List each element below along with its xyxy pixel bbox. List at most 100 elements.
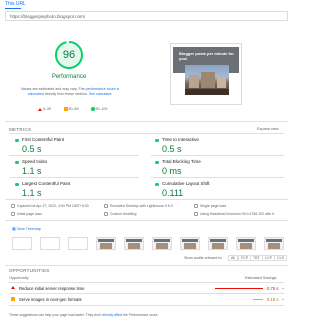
tab-bar: This URL bbox=[0, 0, 293, 9]
pass-circle-icon bbox=[15, 182, 19, 186]
page-screenshot: Blogger posts per minute for you! bbox=[170, 43, 242, 105]
filmstrip-frame bbox=[40, 237, 60, 250]
note-text: Values are estimated and may vary. The bbox=[20, 87, 86, 91]
metric-fcp-name: First Contentful Paint bbox=[22, 137, 65, 142]
url-box: https://bloggerpiephoto.blogspot.com/ bbox=[5, 11, 288, 21]
opportunities-heading: OPPORTUNITIES bbox=[9, 268, 50, 273]
metric-tbt-value: 0 ms bbox=[162, 166, 182, 176]
savings-bar bbox=[253, 299, 263, 301]
audits-filter-label: Show audits relevant to: bbox=[184, 256, 223, 260]
treemap-label: View Treemap bbox=[16, 227, 41, 231]
filmstrip-frame bbox=[96, 237, 116, 250]
desktop-icon bbox=[104, 204, 108, 208]
metric-si-name: Speed Index bbox=[22, 159, 48, 164]
metric-tti-name: Time to Interactive bbox=[162, 137, 199, 142]
chevron-down-icon[interactable]: ⌄ bbox=[281, 285, 285, 291]
divider bbox=[9, 133, 284, 134]
savings-column-header: Estimated Savings bbox=[245, 276, 277, 280]
metric-fcp-value: 0.5 s bbox=[22, 144, 42, 154]
legend-average: 50–89 bbox=[64, 107, 79, 111]
average-square-icon bbox=[11, 297, 15, 301]
legend-fail-label: 0–49 bbox=[43, 107, 51, 111]
chrome-icon bbox=[194, 212, 198, 216]
score-legend: 0–49 50–89 90–100 bbox=[24, 107, 120, 113]
performance-label: Performance bbox=[51, 74, 87, 80]
chevron-down-icon[interactable]: ⌄ bbox=[281, 296, 285, 302]
emulated-desktop: Emulated Desktop with Lighthouse 9.5.0 bbox=[110, 204, 173, 208]
preview-building bbox=[189, 75, 199, 88]
preview-building bbox=[217, 77, 226, 88]
footnote-text-2: the Performance score. bbox=[122, 313, 159, 317]
expand-view-button[interactable]: Expand view bbox=[257, 127, 279, 131]
fail-triangle-icon bbox=[11, 286, 15, 289]
legend-average-label: 50–89 bbox=[68, 107, 79, 111]
opportunities-footnote: These suggestions can help your page loa… bbox=[9, 313, 158, 317]
performance-score: 96 bbox=[62, 49, 76, 61]
pass-circle-icon bbox=[155, 182, 159, 186]
divider bbox=[151, 155, 284, 156]
custom-throttling: Custom throttling bbox=[110, 212, 137, 216]
opportunity-savings: 0.15 s bbox=[267, 296, 279, 302]
filmstrip-frame bbox=[236, 237, 256, 250]
opportunity-title: Serve images in next-gen formats bbox=[19, 296, 82, 302]
legend-pass-label: 90–100 bbox=[95, 107, 108, 111]
opportunity-row[interactable]: Serve images in next-gen formats 0.15 s … bbox=[5, 295, 288, 304]
filter-all[interactable]: All bbox=[228, 255, 238, 261]
pass-circle-icon bbox=[15, 160, 19, 164]
pass-circle-icon bbox=[91, 107, 95, 111]
see-calculator-link[interactable]: See calculator. bbox=[89, 92, 113, 96]
divider bbox=[151, 177, 284, 178]
filmstrip-frame bbox=[180, 237, 200, 250]
filmstrip-frame bbox=[152, 237, 172, 250]
directly-affect-link[interactable]: directly affect bbox=[102, 313, 122, 317]
filmstrip-frame bbox=[12, 237, 32, 250]
divider bbox=[9, 305, 284, 306]
preview-building bbox=[201, 72, 215, 88]
metric-cls-name: Cumulative Layout Shift bbox=[162, 181, 210, 186]
score-note: Values are estimated and may vary. The p… bbox=[14, 87, 126, 97]
single-page-load: Single page load bbox=[200, 204, 227, 208]
average-square-icon bbox=[64, 107, 68, 111]
pass-circle-icon bbox=[155, 160, 159, 164]
opportunity-column-header: Opportunity bbox=[9, 276, 29, 280]
metric-si-value: 1.1 s bbox=[22, 166, 42, 176]
preview-title: Blogger posts per minute for you! bbox=[179, 51, 234, 61]
divider bbox=[9, 282, 284, 283]
divider bbox=[5, 199, 288, 200]
divider bbox=[9, 177, 139, 178]
pass-circle-icon bbox=[15, 138, 19, 142]
view-treemap-button[interactable]: ▦ View Treemap bbox=[12, 226, 41, 231]
page-icon bbox=[11, 212, 15, 216]
metrics-heading: METRICS bbox=[9, 127, 32, 132]
divider bbox=[5, 265, 288, 266]
divider bbox=[5, 121, 288, 122]
pass-circle-icon bbox=[155, 138, 159, 142]
metric-tti-value: 0.5 s bbox=[162, 144, 182, 154]
filter-cls[interactable]: CLS bbox=[274, 255, 287, 261]
using-chromium: Using HeadlessChromium 99.0.4758.102 wit… bbox=[200, 212, 275, 216]
fail-triangle-icon bbox=[38, 107, 42, 111]
divider bbox=[9, 293, 284, 294]
metric-lcp-value: 1.1 s bbox=[22, 188, 42, 198]
metric-tbt-name: Total Blocking Time bbox=[162, 159, 201, 164]
filmstrip-frame bbox=[208, 237, 228, 250]
savings-bar bbox=[215, 288, 263, 290]
footnote-text: These suggestions can help your page loa… bbox=[9, 313, 103, 317]
metric-cls-value: 0.111 bbox=[162, 188, 184, 198]
network-icon bbox=[104, 212, 108, 216]
calendar-icon bbox=[11, 204, 15, 208]
filter-tbt[interactable]: TBT bbox=[250, 255, 263, 261]
tab-underline bbox=[5, 8, 21, 9]
legend-pass: 90–100 bbox=[91, 107, 108, 111]
metric-lcp-name: Largest Contentful Paint bbox=[22, 181, 71, 186]
opportunity-savings: 0.75 s bbox=[267, 285, 279, 291]
timer-icon bbox=[194, 204, 198, 208]
tab-this-url[interactable]: This URL bbox=[5, 1, 26, 7]
filmstrip-frame bbox=[124, 237, 144, 250]
divider bbox=[5, 220, 288, 221]
initial-page-load: Initial page load bbox=[17, 212, 42, 216]
filmstrip-frame bbox=[68, 237, 88, 250]
preview-ground bbox=[185, 89, 229, 95]
opportunity-row[interactable]: Reduce initial server response time 0.75… bbox=[5, 284, 288, 293]
filmstrip-frame bbox=[264, 237, 284, 250]
